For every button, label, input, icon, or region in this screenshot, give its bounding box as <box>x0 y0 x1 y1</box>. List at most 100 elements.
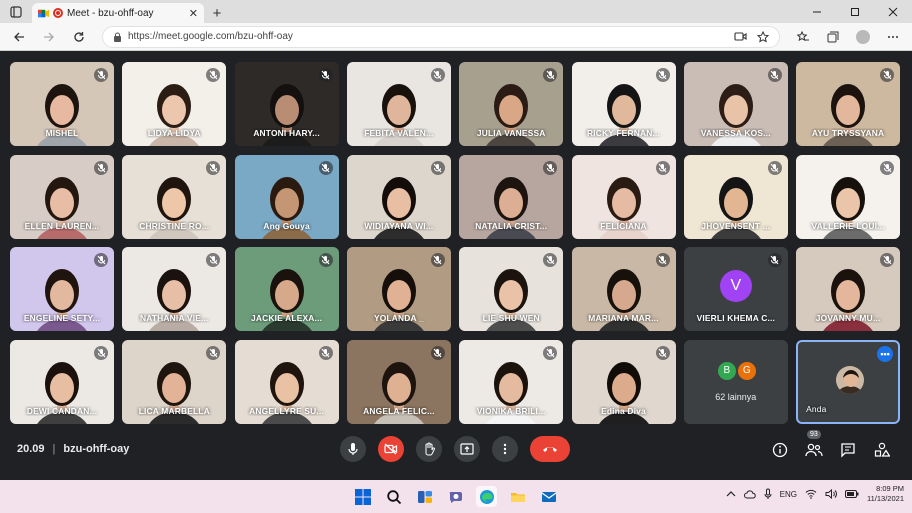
url-text: https://meet.google.com/bzu-ohff-oay <box>128 31 293 42</box>
participant-tile[interactable]: MISHEL <box>10 62 114 146</box>
mail-button[interactable] <box>538 486 559 507</box>
profile-button[interactable] <box>850 26 876 48</box>
browser-tab-meet[interactable]: Meet - bzu-ohff-oay ✕ <box>32 3 204 23</box>
participant-tile[interactable]: RICKY FERNAN... <box>571 62 676 146</box>
speaker-icon[interactable] <box>825 489 837 499</box>
muted-indicator <box>655 160 670 175</box>
participant-tile[interactable]: LIDYA LIDYA <box>122 62 227 146</box>
tab-actions-button[interactable] <box>0 0 32 23</box>
meet-control-bar: 20.09 | bzu-ohff-oay 93 <box>0 430 912 472</box>
lock-icon <box>114 32 121 42</box>
participant-tile[interactable]: ANTONI HARY... <box>234 62 339 146</box>
participant-tile[interactable]: FEBITA VALEN... <box>346 62 451 146</box>
muted-indicator <box>767 160 782 175</box>
participant-tile[interactable]: DEWI CANDAN... <box>10 339 114 424</box>
mic-off-icon <box>883 70 892 80</box>
maximize-icon <box>851 7 859 16</box>
participant-tile[interactable]: YOLANDA _ <box>346 247 451 331</box>
favorite-star-icon[interactable] <box>757 30 769 43</box>
camera-off-button[interactable] <box>378 436 404 462</box>
close-window-button[interactable] <box>874 0 912 23</box>
participant-name: DEWI CANDAN... <box>26 405 98 416</box>
participant-name: RICKY FERNAN... <box>586 128 661 138</box>
more-options-button[interactable] <box>492 436 518 462</box>
reload-button[interactable] <box>66 26 92 48</box>
task-view-button[interactable] <box>414 486 435 507</box>
raise-hand-button[interactable] <box>416 436 442 462</box>
participant-tile[interactable]: NATHANIA VIE... <box>122 247 227 331</box>
chevron-up-icon[interactable] <box>726 490 736 498</box>
mic-off-icon <box>433 255 442 265</box>
minimize-button[interactable] <box>798 0 836 23</box>
cloud-icon[interactable] <box>743 489 756 499</box>
participant-tile[interactable]: JULIA VANESSA <box>459 62 564 146</box>
participant-tile[interactable]: LICA MARBELLA <box>122 339 227 424</box>
favorites-button[interactable] <box>790 26 816 48</box>
mic-off-icon <box>209 163 218 172</box>
participant-name: JOVANNY MU... <box>815 313 881 323</box>
forward-button[interactable] <box>36 26 62 48</box>
microphone-button[interactable] <box>340 436 366 462</box>
more-vertical-icon <box>503 443 507 455</box>
people-icon <box>805 443 823 457</box>
participant-tile[interactable]: AYU TRYSSYANA <box>796 62 901 146</box>
participant-tile[interactable]: JACKIE ALEXA... <box>234 247 339 331</box>
participant-tile[interactable]: ENGELINE SETY... <box>10 247 114 331</box>
participant-tile[interactable]: WIDIAYANA WI... <box>346 154 451 239</box>
mic-off-icon <box>321 163 330 172</box>
file-explorer-button[interactable] <box>507 486 528 507</box>
tab-close-button[interactable]: ✕ <box>189 7 198 20</box>
participant-tile[interactable]: VIONIKA BRILI... <box>459 339 564 424</box>
self-view-tile[interactable]: ••• Anda <box>796 339 901 424</box>
microphone-tray-icon[interactable] <box>764 488 772 500</box>
address-bar[interactable]: https://meet.google.com/bzu-ohff-oay <box>102 25 780 48</box>
participant-tile[interactable]: V VIERLI KHEMA C... <box>683 247 788 331</box>
participant-tile[interactable]: ANGELA FELIC... <box>346 339 451 424</box>
back-button[interactable] <box>6 26 32 48</box>
leave-call-button[interactable] <box>530 436 570 462</box>
search-button[interactable] <box>383 486 404 507</box>
muted-indicator <box>655 68 670 82</box>
self-more-options-button[interactable]: ••• <box>877 345 894 362</box>
meeting-details-button[interactable] <box>770 440 790 460</box>
maximize-button[interactable] <box>836 0 874 23</box>
participant-tile[interactable]: MARIANA MAR... <box>571 247 676 331</box>
meeting-info-separator: | <box>52 443 56 455</box>
participant-tile[interactable]: ELLEN LAUREN... <box>10 154 114 239</box>
participant-tile[interactable]: VALLERIE LOUI... <box>796 154 901 239</box>
teams-chat-button[interactable] <box>445 486 466 507</box>
participant-tile[interactable]: Edina Diva <box>571 339 676 424</box>
edge-browser-button[interactable] <box>476 486 497 507</box>
participant-tile[interactable]: VANESSA KOS... <box>683 62 788 146</box>
participant-tile[interactable]: JOVANNY MU... <box>796 247 901 331</box>
present-screen-button[interactable] <box>454 436 480 462</box>
participant-name: MARIANA MAR... <box>588 313 659 323</box>
activities-button[interactable] <box>872 440 892 460</box>
taskbar-clock[interactable]: 8:09 PM 11/13/2021 <box>867 484 904 504</box>
search-icon <box>386 489 401 504</box>
new-tab-button[interactable]: + <box>204 3 230 23</box>
participant-tile[interactable]: ANGELLYRE SU... <box>234 339 339 424</box>
battery-icon[interactable] <box>845 490 859 498</box>
wifi-icon[interactable] <box>805 489 817 499</box>
participant-tile[interactable]: CHRISTINE RO... <box>122 154 227 239</box>
window-controls <box>798 0 912 23</box>
participant-tile[interactable]: Ang Gouya <box>234 154 339 239</box>
info-icon <box>772 442 788 458</box>
participant-tile[interactable]: LIE SHU WEN <box>459 247 564 331</box>
participant-name: ANTONI HARY... <box>253 128 320 138</box>
people-button[interactable]: 93 <box>804 430 824 460</box>
hand-icon <box>425 442 435 456</box>
start-button[interactable] <box>352 486 373 507</box>
participant-tile[interactable]: JHOVENSENT ... <box>683 154 788 239</box>
settings-more-button[interactable] <box>880 26 906 48</box>
participant-name: LIDYA LIDYA <box>147 128 201 138</box>
muted-indicator <box>206 160 221 175</box>
collections-button[interactable] <box>820 26 846 48</box>
chat-button[interactable] <box>838 440 858 460</box>
input-language[interactable]: ENG <box>780 490 797 499</box>
participant-tile[interactable]: NATALIA CRIST... <box>459 154 564 239</box>
other-participants-tile[interactable]: B G 62 lainnya <box>683 339 788 424</box>
camera-in-use-icon[interactable] <box>734 31 747 42</box>
participant-tile[interactable]: FELICIANA <box>571 154 676 239</box>
